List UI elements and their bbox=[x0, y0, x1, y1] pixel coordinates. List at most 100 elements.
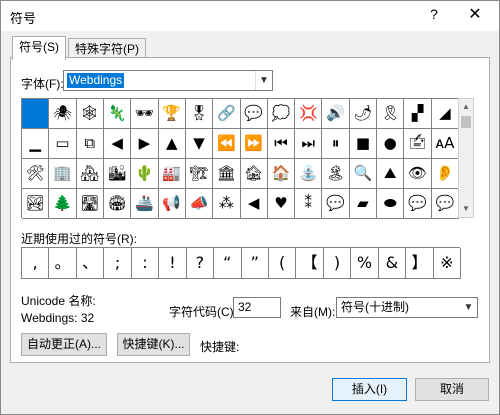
symbol-cell[interactable]: ⏩ bbox=[240, 129, 268, 159]
symbol-cell[interactable]: 🏛 bbox=[213, 159, 241, 189]
symbol-cell[interactable]: 📢 bbox=[158, 189, 186, 219]
symbol-cell[interactable]: 🏟 bbox=[103, 189, 132, 219]
recent-symbol-cell[interactable]: , bbox=[22, 248, 50, 279]
symbol-cell[interactable]: 🏞 bbox=[22, 189, 50, 219]
symbol-cell[interactable]: ⏪ bbox=[213, 129, 241, 159]
symbol-cell[interactable]: ● bbox=[377, 129, 405, 159]
symbol-cell[interactable]: ◀ bbox=[240, 189, 268, 219]
scroll-thumb[interactable] bbox=[461, 116, 471, 128]
symbol-cell[interactable]: 🎖 bbox=[185, 99, 214, 129]
symbol-cell[interactable]: ⏮ bbox=[267, 129, 296, 159]
symbol-cell[interactable]: ▲ bbox=[158, 129, 186, 159]
symbol-cell[interactable]: 🌲 bbox=[49, 189, 77, 219]
symbol-cell[interactable]: ▭ bbox=[49, 129, 77, 159]
recent-symbol-cell[interactable]: ; bbox=[104, 248, 132, 279]
scroll-down-icon[interactable]: ▼ bbox=[459, 201, 473, 217]
symbol-dialog: 符号 ? ✕ 符号(S) 特殊字符(P) 字体(F): Webdings ▼ 🕷… bbox=[0, 0, 500, 415]
symbol-cell[interactable]: ◢ bbox=[431, 99, 459, 129]
symbol-cell[interactable]: ◀ bbox=[103, 129, 132, 159]
font-code-label: Webdings: 32 bbox=[21, 311, 95, 325]
symbol-cell[interactable]: ᴀA bbox=[431, 129, 459, 159]
symbol-cell[interactable]: 🏆 bbox=[158, 99, 186, 129]
symbol-cell[interactable]: 🏠 bbox=[267, 159, 296, 189]
recent-symbol-cell[interactable]: ※ bbox=[433, 248, 461, 279]
from-dropdown[interactable]: 符号(十进制) ▼ bbox=[336, 297, 478, 318]
symbol-cell[interactable]: 💭 bbox=[267, 99, 296, 129]
symbol-cell[interactable]: 🚢 bbox=[131, 189, 159, 219]
symbol-cell[interactable]: 🕸 bbox=[76, 99, 104, 129]
symbol-cell[interactable]: 💢 bbox=[295, 99, 323, 129]
symbol-cell[interactable]: 🏝 bbox=[322, 159, 350, 189]
recent-symbol-cell[interactable]: ” bbox=[241, 248, 269, 279]
symbol-cell[interactable]: 🛠 bbox=[22, 159, 50, 189]
symbol-cell[interactable]: ♥ bbox=[267, 189, 296, 219]
symbol-cell[interactable]: 💬 bbox=[404, 189, 432, 219]
recent-symbol-cell[interactable]: 】 bbox=[406, 248, 434, 279]
symbol-cell[interactable]: 🌵 bbox=[131, 159, 159, 189]
symbol-cell[interactable]: 🔗 bbox=[213, 99, 241, 129]
cancel-button[interactable]: 取消 bbox=[415, 378, 489, 401]
symbol-cell[interactable]: 🏢 bbox=[49, 159, 77, 189]
symbol-cell[interactable]: 🦎 bbox=[103, 99, 132, 129]
recent-symbol-cell[interactable]: ( bbox=[268, 248, 297, 279]
symbol-cell[interactable]: 🏚 bbox=[240, 159, 268, 189]
symbol-cell[interactable]: 🏙 bbox=[103, 159, 132, 189]
insert-button[interactable]: 插入(I) bbox=[332, 378, 407, 401]
recent-symbol-cell[interactable]: ? bbox=[186, 248, 215, 279]
chevron-down-icon[interactable]: ▼ bbox=[460, 298, 477, 317]
symbol-cell[interactable]: 🏘 bbox=[76, 159, 104, 189]
symbol-cell[interactable]: 👁 bbox=[404, 159, 432, 189]
shortcut-key-button[interactable]: 快捷键(K)... bbox=[117, 333, 190, 356]
from-value: 符号(十进制) bbox=[341, 300, 409, 314]
recent-symbol-cell[interactable]: & bbox=[378, 248, 407, 279]
char-code-input[interactable]: 32 bbox=[233, 297, 281, 318]
recent-symbol-cell[interactable]: 、 bbox=[76, 248, 105, 279]
symbol-cell[interactable]: ▞ bbox=[404, 99, 432, 129]
symbol-cell[interactable]: ⁑ bbox=[295, 189, 323, 219]
recent-symbol-cell[interactable]: ! bbox=[159, 248, 187, 279]
symbol-cell[interactable]: 💬 bbox=[431, 189, 459, 219]
tab-symbols[interactable]: 符号(S) bbox=[12, 36, 66, 60]
symbol-cell[interactable]: ▁ bbox=[22, 129, 50, 159]
symbol-grid-scrollbar[interactable]: ▲ ▼ bbox=[458, 98, 474, 218]
symbol-cell[interactable]: 🛣 bbox=[76, 189, 104, 219]
symbol-cell[interactable]: ⛲ bbox=[295, 159, 323, 189]
symbol-cell[interactable]: 🏗 bbox=[185, 159, 214, 189]
chevron-down-icon[interactable]: ▼ bbox=[255, 71, 272, 90]
symbol-cell[interactable]: 🌶 bbox=[349, 99, 378, 129]
symbol-cell[interactable]: ▰ bbox=[349, 189, 378, 219]
symbol-cell[interactable]: 🖆 bbox=[404, 129, 432, 159]
symbol-cell[interactable]: ⁂ bbox=[213, 189, 241, 219]
recent-symbol-cell[interactable]: % bbox=[351, 248, 379, 279]
symbol-cell[interactable]: ▼ bbox=[185, 129, 214, 159]
autocorrect-button[interactable]: 自动更正(A)... bbox=[21, 333, 107, 356]
recent-symbol-cell[interactable]: : bbox=[131, 248, 160, 279]
symbol-cell[interactable]: 💬 bbox=[240, 99, 268, 129]
close-button[interactable]: ✕ bbox=[465, 4, 485, 24]
scroll-up-icon[interactable]: ▲ bbox=[459, 99, 473, 115]
symbol-cell[interactable]: ⛰ bbox=[377, 159, 405, 189]
recent-symbol-cell[interactable]: “ bbox=[214, 248, 242, 279]
symbol-cell[interactable]: ⏭ bbox=[295, 129, 323, 159]
symbol-cell[interactable]: 🎗 bbox=[377, 99, 405, 129]
symbol-cell[interactable]: ■ bbox=[349, 129, 378, 159]
recent-symbol-cell[interactable]: 【 bbox=[296, 248, 324, 279]
symbol-cell[interactable] bbox=[22, 99, 50, 129]
help-button[interactable]: ? bbox=[424, 6, 444, 22]
symbol-cell[interactable]: 🕷 bbox=[49, 99, 77, 129]
symbol-cell[interactable]: 🔍 bbox=[349, 159, 378, 189]
symbol-cell[interactable]: ⬬ bbox=[377, 189, 405, 219]
symbol-cell[interactable]: 🔊 bbox=[322, 99, 350, 129]
symbol-cell[interactable]: 📣 bbox=[185, 189, 214, 219]
symbol-cell[interactable]: 🕶 bbox=[131, 99, 159, 129]
symbol-cell[interactable]: ⧉ bbox=[76, 129, 104, 159]
recent-symbol-cell[interactable]: 。 bbox=[49, 248, 77, 279]
symbol-cell[interactable]: 💬 bbox=[322, 189, 350, 219]
symbol-cell[interactable]: 🏭 bbox=[158, 159, 186, 189]
font-value: Webdings bbox=[67, 73, 125, 88]
symbol-cell[interactable]: ⏸ bbox=[322, 129, 350, 159]
font-dropdown[interactable]: Webdings ▼ bbox=[63, 70, 273, 91]
recent-symbol-cell[interactable]: ) bbox=[323, 248, 352, 279]
symbol-cell[interactable]: ▶ bbox=[131, 129, 159, 159]
symbol-cell[interactable]: 👂 bbox=[431, 159, 459, 189]
